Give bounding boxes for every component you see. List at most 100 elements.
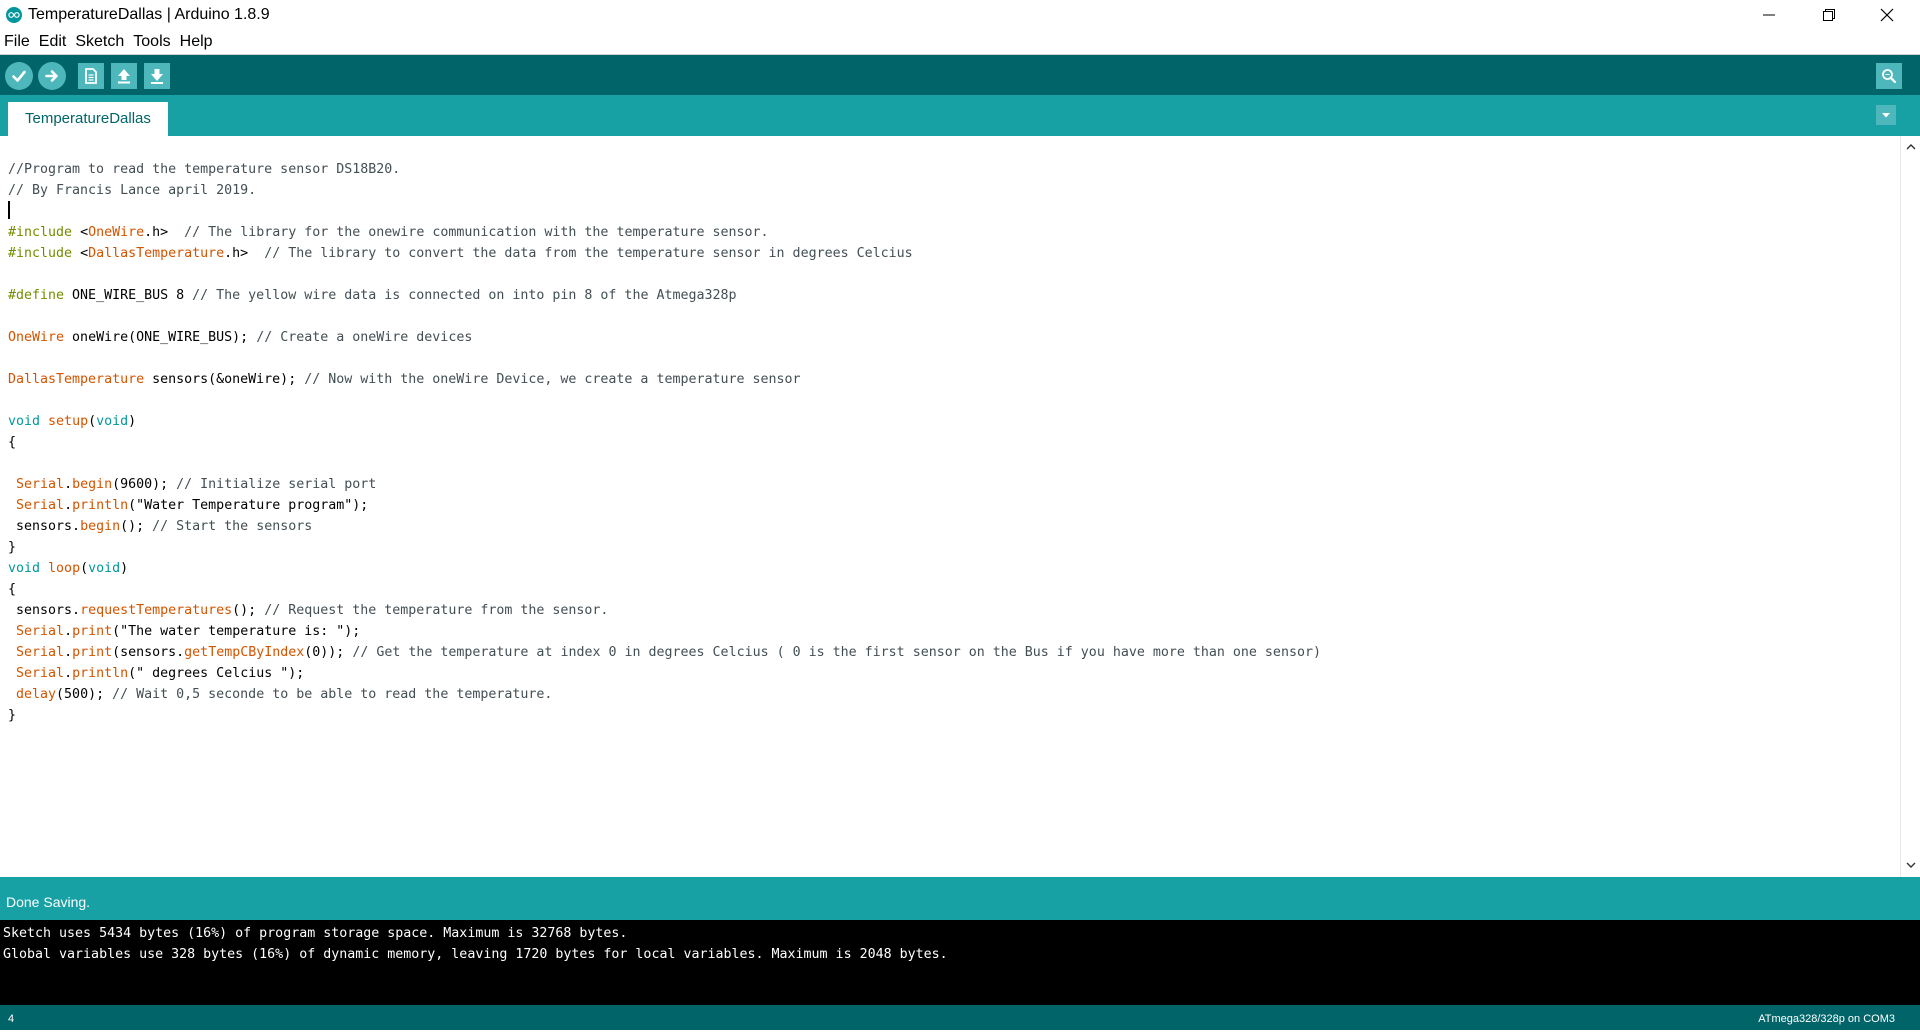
code-line: } bbox=[8, 537, 1321, 558]
code-line: void setup(void) bbox=[8, 411, 1321, 432]
scroll-down-button[interactable] bbox=[1904, 858, 1917, 871]
code-token: // By Francis Lance april 2019. bbox=[8, 183, 257, 198]
text-cursor bbox=[8, 201, 10, 219]
code-token: (sensors. bbox=[112, 645, 185, 660]
code-line: } bbox=[8, 705, 1321, 726]
code-token: OneWire bbox=[88, 225, 145, 240]
restore-icon bbox=[1823, 9, 1835, 21]
code-token: // Create a oneWire devices bbox=[256, 330, 473, 345]
arrow-right-icon bbox=[45, 70, 58, 82]
code-token: ("Water Temperature program"); bbox=[128, 498, 369, 513]
code-token: DallasTemperature bbox=[88, 246, 225, 261]
code-line: { bbox=[8, 579, 1321, 600]
code-token: Serial bbox=[16, 477, 65, 492]
code-token: { bbox=[8, 435, 17, 450]
open-button[interactable] bbox=[111, 63, 137, 89]
code-token: // Start the sensors bbox=[152, 519, 313, 534]
new-file-icon bbox=[85, 68, 97, 84]
code-line: Serial.print(sensors.getTempCByIndex(0))… bbox=[8, 642, 1321, 663]
line-number: 4 bbox=[8, 1013, 15, 1025]
code-token: ( bbox=[80, 561, 89, 576]
code-text[interactable]: //Program to read the temperature sensor… bbox=[8, 159, 1321, 726]
code-line: Serial.println("Water Temperature progra… bbox=[8, 495, 1321, 516]
title-bar: TemperatureDallas | Arduino 1.8.9 bbox=[0, 0, 1920, 30]
code-token: } bbox=[8, 540, 17, 555]
upload-button[interactable] bbox=[38, 62, 66, 90]
code-token: { bbox=[8, 582, 17, 597]
arrow-up-icon bbox=[118, 69, 130, 84]
board-info: ATmega328/328p on COM3 bbox=[1758, 1013, 1895, 1025]
code-editor[interactable]: //Program to read the temperature sensor… bbox=[0, 136, 1901, 877]
code-token: DallasTemperature bbox=[8, 372, 145, 387]
code-token: (" degrees Celcius "); bbox=[128, 666, 305, 681]
code-token: delay bbox=[16, 687, 57, 702]
serial-monitor-button[interactable] bbox=[1876, 63, 1902, 89]
code-token: (500); bbox=[56, 687, 113, 702]
menu-tools[interactable]: Tools bbox=[129, 30, 175, 54]
minimize-button[interactable] bbox=[1740, 0, 1798, 30]
code-token: // The library for the onewire communica… bbox=[184, 225, 769, 240]
code-token: #include bbox=[8, 246, 81, 261]
minimize-icon bbox=[1763, 14, 1775, 16]
code-token: . bbox=[64, 498, 73, 513]
new-button[interactable] bbox=[78, 63, 104, 89]
code-token: (); bbox=[120, 519, 153, 534]
menu-edit[interactable]: Edit bbox=[35, 30, 72, 54]
editor-scrollbar[interactable] bbox=[1900, 136, 1920, 877]
verify-button[interactable] bbox=[5, 62, 33, 90]
code-line: Serial.println(" degrees Celcius "); bbox=[8, 663, 1321, 684]
console-output[interactable]: Sketch uses 5434 bytes (16%) of program … bbox=[0, 920, 1920, 1005]
code-line: delay(500); // Wait 0,5 seconde to be ab… bbox=[8, 684, 1321, 705]
code-token: println bbox=[72, 498, 129, 513]
code-token: ("The water temperature is: "); bbox=[112, 624, 361, 639]
menu-sketch[interactable]: Sketch bbox=[71, 30, 129, 54]
tab-bar: TemperatureDallas bbox=[0, 95, 1920, 136]
code-token: // Now with the oneWire Device, we creat… bbox=[304, 372, 801, 387]
arduino-logo-icon bbox=[6, 7, 22, 23]
code-token: (); bbox=[232, 603, 265, 618]
code-token: print bbox=[72, 645, 113, 660]
menu-file[interactable]: File bbox=[0, 30, 35, 54]
code-token: println bbox=[72, 666, 129, 681]
code-token: sensors. bbox=[8, 519, 81, 534]
code-line: Serial.begin(9600); // Initialize serial… bbox=[8, 474, 1321, 495]
code-token: // Wait 0,5 seconde to be able to read t… bbox=[112, 687, 553, 702]
menu-help[interactable]: Help bbox=[176, 30, 218, 54]
code-token: . bbox=[64, 477, 73, 492]
code-token: #define bbox=[8, 288, 73, 303]
code-token: < bbox=[80, 246, 89, 261]
bottom-status-bar: 4 ATmega328/328p on COM3 bbox=[0, 1005, 1920, 1030]
code-token: sensors(&oneWire); bbox=[144, 372, 305, 387]
close-button[interactable] bbox=[1858, 0, 1916, 30]
tab-temperaturedallas[interactable]: TemperatureDallas bbox=[8, 102, 168, 136]
window-title: TemperatureDallas | Arduino 1.8.9 bbox=[28, 6, 270, 23]
code-line: Serial.print("The water temperature is: … bbox=[8, 621, 1321, 642]
code-token: // The library to convert the data from … bbox=[264, 246, 913, 261]
restore-button[interactable] bbox=[1800, 0, 1858, 30]
code-token: Serial bbox=[16, 666, 65, 681]
console-line: Sketch uses 5434 bytes (16%) of program … bbox=[3, 926, 628, 941]
code-token: // Get the temperature at index 0 in deg… bbox=[352, 645, 1321, 660]
code-line: { bbox=[8, 432, 1321, 453]
chevron-down-icon bbox=[1906, 862, 1915, 868]
save-button[interactable] bbox=[144, 63, 170, 89]
status-message: Done Saving. bbox=[6, 894, 91, 910]
code-token: // Request the temperature from the sens… bbox=[264, 603, 609, 618]
code-token: sensors. bbox=[8, 603, 81, 618]
code-token: void bbox=[88, 561, 121, 576]
scroll-up-button[interactable] bbox=[1904, 140, 1917, 153]
menu-bar: File Edit Sketch Tools Help bbox=[0, 30, 1920, 55]
arrow-down-icon bbox=[151, 69, 163, 84]
tab-menu-button[interactable] bbox=[1876, 105, 1896, 125]
